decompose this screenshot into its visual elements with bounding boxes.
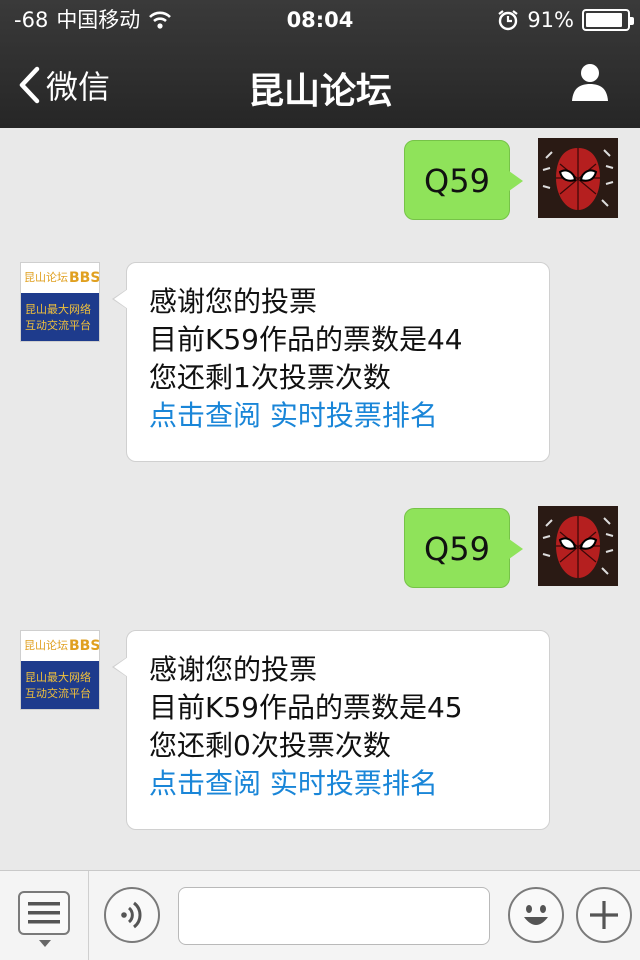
ranking-link[interactable]: 实时投票排名 [270, 767, 438, 800]
view-link[interactable]: 点击查阅 [149, 399, 261, 432]
kunshan-bbs-logo: 昆山论坛 BBS 昆山最大网络 互动交流平台 [21, 263, 100, 341]
divider [88, 871, 89, 960]
page-title: 昆山论坛 [247, 71, 392, 112]
message-line: 您还剩1次投票次数 [149, 361, 391, 394]
menu-toggle-button[interactable] [18, 891, 70, 947]
caret-down-icon [39, 940, 51, 947]
svg-text:昆山论坛: 昆山论坛 [24, 638, 68, 652]
user-avatar[interactable] [538, 138, 618, 218]
incoming-message-bubble[interactable]: 感谢您的投票 目前K59作品的票数是45 您还剩0次投票次数 点击查阅 实时投票… [112, 630, 550, 830]
message-line: 感谢您的投票 [149, 285, 318, 318]
ranking-link[interactable]: 实时投票排名 [270, 399, 438, 432]
voice-icon [121, 901, 142, 929]
profile-button[interactable] [570, 62, 610, 106]
user-avatar[interactable] [538, 506, 618, 586]
spiderman-mask-icon [538, 506, 618, 586]
message-text: Q59 [424, 162, 490, 200]
official-account-avatar[interactable]: 昆山论坛 BBS 昆山最大网络 互动交流平台 [20, 630, 100, 710]
chat-area: Q59 昆山论坛 BBS 昆山最大网络 互动交流平台 感谢您的投票 目前K59作… [0, 128, 640, 870]
outgoing-message-bubble[interactable]: Q59 [404, 140, 523, 220]
view-link[interactable]: 点击查阅 [149, 767, 261, 800]
svg-text:昆山论坛: 昆山论坛 [24, 270, 68, 284]
plus-icon [590, 901, 618, 929]
svg-text:互动交流平台: 互动交流平台 [25, 686, 91, 700]
battery-icon [582, 9, 634, 31]
message-line: 目前K59作品的票数是45 [149, 691, 463, 724]
svg-text:BBS: BBS [69, 270, 100, 286]
svg-text:昆山最大网络: 昆山最大网络 [25, 670, 91, 684]
person-icon [572, 64, 608, 101]
top-bar: -68 中国移动 08:04 91% 微信 昆山论坛 [0, 0, 640, 128]
status-bar: -68 中国移动 08:04 91% [0, 0, 640, 40]
input-bar [0, 870, 640, 960]
battery-percent: 91% [527, 8, 574, 32]
incoming-message-bubble[interactable]: 感谢您的投票 目前K59作品的票数是44 您还剩1次投票次数 点击查阅 实时投票… [112, 262, 550, 462]
outgoing-message-bubble[interactable]: Q59 [404, 508, 523, 588]
emoji-button[interactable] [508, 887, 564, 943]
voice-button[interactable] [104, 887, 160, 943]
message-links: 点击查阅 实时投票排名 [149, 765, 527, 803]
alarm-clock-icon [498, 10, 518, 31]
message-links: 点击查阅 实时投票排名 [149, 397, 527, 435]
status-right: 91% [497, 0, 634, 40]
message-line: 您还剩0次投票次数 [149, 729, 391, 762]
message-line: 感谢您的投票 [149, 653, 318, 686]
kunshan-bbs-logo: 昆山论坛 BBS 昆山最大网络 互动交流平台 [21, 631, 100, 709]
svg-text:BBS: BBS [69, 638, 100, 654]
official-account-avatar[interactable]: 昆山论坛 BBS 昆山最大网络 互动交流平台 [20, 262, 100, 342]
spiderman-mask-icon [538, 138, 618, 218]
battery-fill [586, 13, 623, 27]
message-text: Q59 [424, 530, 490, 568]
message-line: 目前K59作品的票数是44 [149, 323, 463, 356]
svg-text:昆山最大网络: 昆山最大网络 [25, 302, 91, 316]
nav-bar: 微信 昆山论坛 [0, 40, 640, 128]
svg-text:互动交流平台: 互动交流平台 [25, 318, 91, 332]
list-menu-icon [28, 902, 60, 924]
smiley-icon [524, 905, 548, 925]
add-button[interactable] [576, 887, 632, 943]
message-input[interactable] [178, 887, 490, 945]
